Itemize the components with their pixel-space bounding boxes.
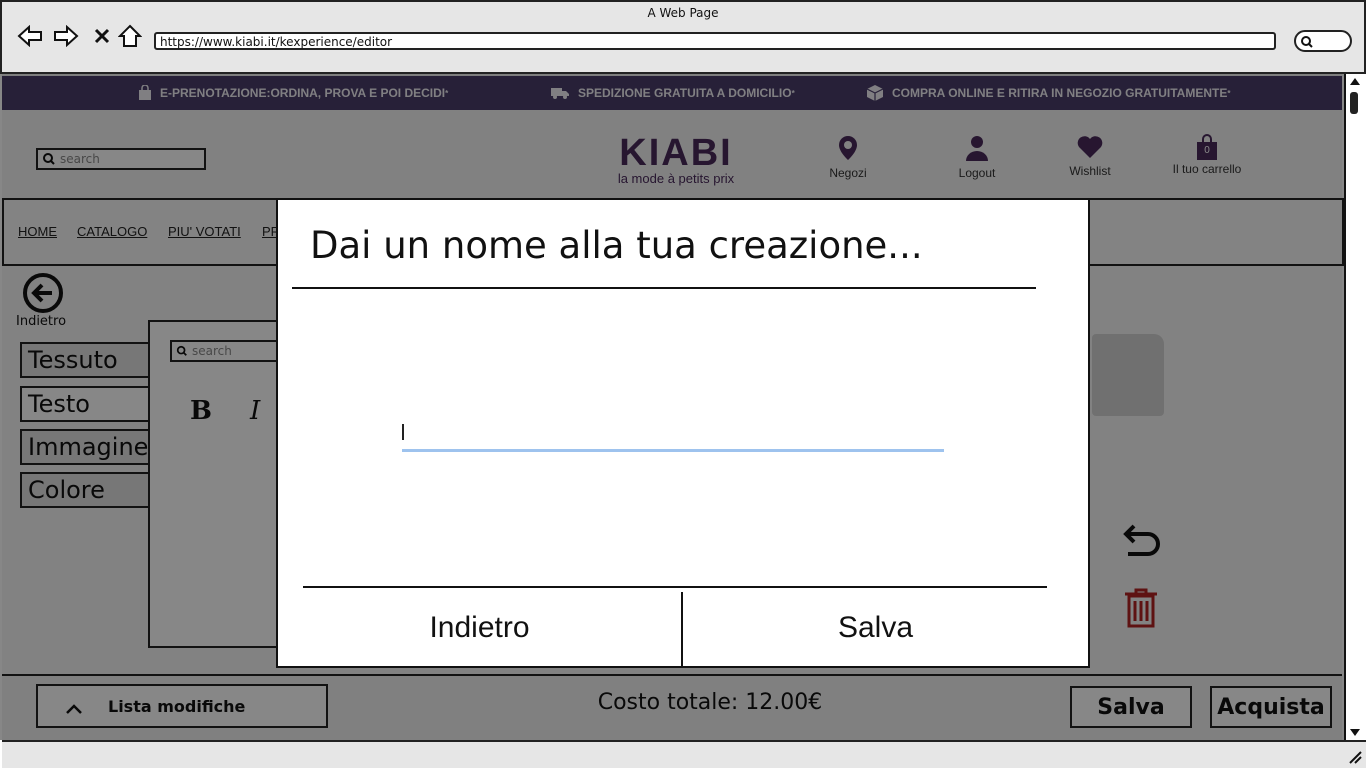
scroll-up-icon[interactable] [1349, 76, 1361, 86]
dialog-title-divider [292, 287, 1036, 289]
scroll-thumb[interactable] [1350, 92, 1358, 114]
window-title: A Web Page [647, 6, 719, 20]
status-bar [2, 740, 1366, 768]
resize-grip-icon[interactable] [1346, 748, 1362, 764]
dialog-save-button[interactable]: Salva [683, 590, 1068, 666]
back-arrow-icon[interactable] [16, 22, 44, 50]
close-icon[interactable] [88, 22, 116, 50]
creation-name-input[interactable] [402, 418, 944, 452]
browser-search-box[interactable] [1294, 30, 1352, 52]
scroll-down-icon[interactable] [1349, 728, 1361, 738]
dialog-title: Dai un nome alla tua creazione... [310, 224, 923, 267]
dialog-back-button[interactable]: Indietro [278, 590, 681, 666]
dialog-footer-divider [303, 586, 1047, 588]
search-icon [1301, 36, 1313, 48]
home-icon[interactable] [116, 22, 144, 50]
url-bar[interactable]: https://www.kiabi.it/kexperience/editor [154, 32, 1276, 50]
forward-arrow-icon[interactable] [52, 22, 80, 50]
scrollbar[interactable] [1344, 74, 1364, 740]
